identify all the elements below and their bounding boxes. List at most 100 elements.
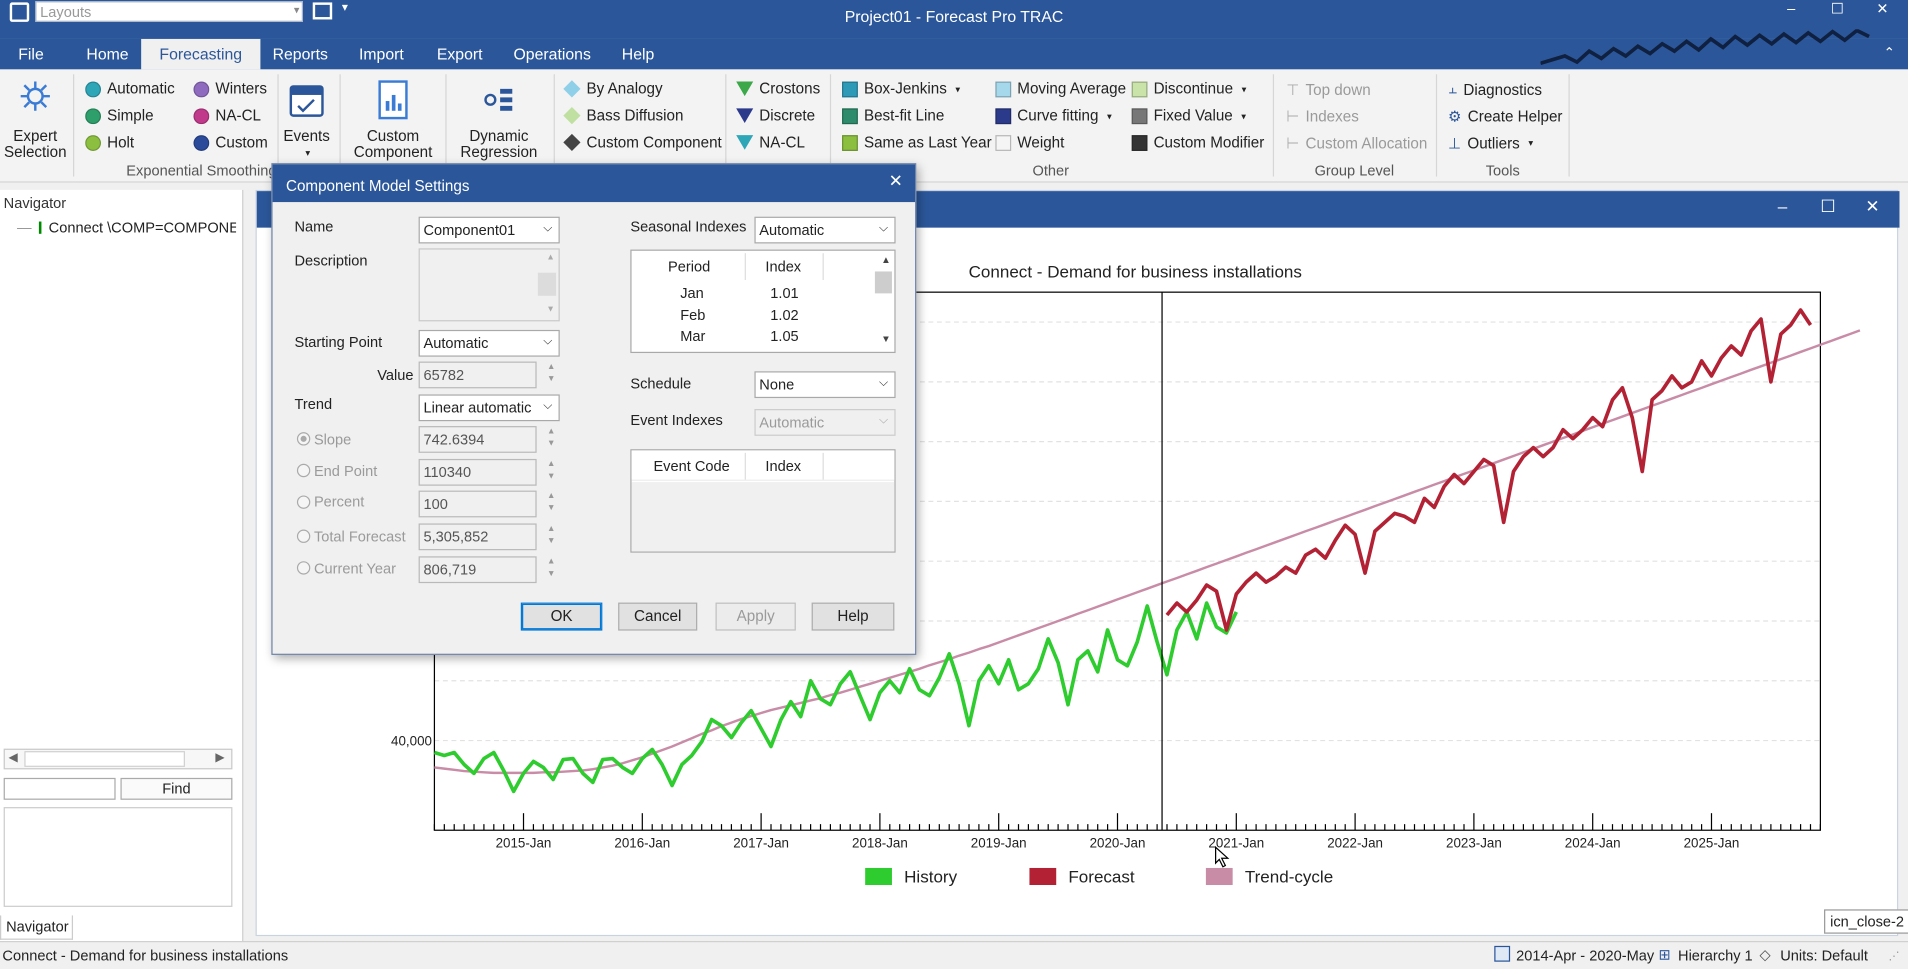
tooltip: icn_close-2 (1824, 909, 1908, 934)
custom-component-small-button[interactable]: Custom Component (563, 133, 722, 152)
x-tick-label: 2018-Jan (852, 835, 908, 850)
dialog-close-icon[interactable]: ✕ (889, 170, 903, 191)
trend-select[interactable]: Linear automatic ⌵ (418, 394, 560, 422)
create-helper-label: Create Helper (1467, 107, 1563, 125)
menu-bar: File Home Forecasting Reports Import Exp… (0, 29, 1908, 70)
end-point-radio[interactable] (296, 463, 311, 478)
slope-spinner-icon[interactable]: ▲ ▼ (543, 426, 560, 453)
nacl-button[interactable]: NA-CL (193, 107, 261, 124)
ok-button[interactable]: OK (520, 602, 603, 631)
current-year-spinner-icon[interactable]: ▲ ▼ (543, 556, 560, 583)
seasonal-period-cell: Feb (680, 306, 706, 324)
find-button[interactable]: Find (120, 777, 233, 800)
slope-radio[interactable] (296, 432, 311, 446)
divider (822, 452, 824, 480)
simple-button[interactable]: Simple (85, 107, 154, 124)
navigator-tab[interactable]: Navigator (0, 915, 74, 940)
close-icon[interactable]: ✕ (1862, 0, 1903, 27)
total-forecast-radio[interactable] (296, 529, 311, 543)
minimize-icon[interactable]: – (1771, 0, 1812, 27)
scroll-up-icon[interactable]: ▲ (881, 254, 891, 265)
legend-forecast-label: Forecast (1068, 866, 1135, 887)
crostons-button[interactable]: Crostons (736, 80, 820, 97)
custom-component-button[interactable]: Custom Component (347, 79, 439, 161)
tab-operations[interactable]: Operations (511, 39, 593, 69)
scroll-left-icon[interactable]: ◀ (9, 751, 18, 764)
top-down-button[interactable]: ⊤ Top down (1286, 80, 1370, 99)
slope-field[interactable]: 742.6394 (418, 426, 537, 453)
starting-point-select[interactable]: Automatic ⌵ (418, 329, 560, 357)
event-indexes-select[interactable]: Automatic ⌵ (754, 409, 896, 436)
same-as-last-year-button[interactable]: Same as Last Year▾ (842, 134, 1005, 151)
scroll-down-icon[interactable]: ▼ (546, 306, 554, 315)
tab-help[interactable]: Help (619, 39, 656, 69)
maximize-icon[interactable]: ☐ (1817, 0, 1858, 27)
end-point-field[interactable]: 110340 (418, 458, 537, 486)
percent-field[interactable]: 100 (418, 490, 537, 518)
scroll-thumb[interactable] (24, 751, 185, 767)
percent-spinner-icon[interactable]: ▲ ▼ (543, 491, 560, 518)
seasonal-index-cell[interactable]: 1.05 (770, 327, 798, 344)
discrete-button[interactable]: Discrete (736, 107, 815, 124)
seasonal-indexes-select[interactable]: Automatic ⌵ (754, 216, 896, 244)
end-point-spinner-icon[interactable]: ▲ ▼ (543, 459, 560, 486)
divider (1568, 74, 1570, 177)
total-forecast-spinner-icon[interactable]: ▲ ▼ (543, 523, 560, 550)
seasonal-index-cell[interactable]: 1.01 (770, 285, 798, 302)
seasonal-index-cell[interactable]: 1.02 (770, 307, 798, 324)
discontinue-button[interactable]: Discontinue ▾ (1131, 80, 1246, 97)
resize-grip-icon[interactable]: ⋰ (1889, 950, 1900, 963)
total-forecast-field[interactable]: 5,305,852 (418, 523, 537, 551)
box-jenkins-button[interactable]: Box-Jenkins ▾ (842, 80, 960, 97)
nacl-intermittent-button[interactable]: NA-CL (736, 134, 805, 151)
by-analogy-button[interactable]: By Analogy (563, 80, 663, 98)
navigator-tree-item[interactable]: —Connect \COMP=COMPONENT01 (17, 219, 236, 236)
current-year-field[interactable]: 806,719 (418, 556, 537, 584)
tab-forecasting[interactable]: Forecasting (141, 38, 261, 70)
winters-button[interactable]: Winters (193, 80, 267, 97)
custom-allocation-button[interactable]: ⊢ Custom Allocation (1286, 134, 1427, 153)
diagnostics-button[interactable]: ⫠ Diagnostics (1448, 80, 1542, 98)
dynamic-regression-button[interactable]: Dynamic Regression (450, 79, 547, 161)
tab-import[interactable]: Import (357, 39, 407, 69)
help-button[interactable]: Help (811, 602, 895, 631)
cancel-button[interactable]: Cancel (618, 602, 698, 631)
automatic-button[interactable]: Automatic (85, 80, 175, 97)
bass-diffusion-button[interactable]: Bass Diffusion (563, 107, 683, 125)
value-field[interactable]: 65782 (418, 361, 537, 389)
moving-average-button[interactable]: Moving Average (995, 80, 1126, 97)
fixed-value-button[interactable]: Fixed Value ▾ (1131, 107, 1246, 124)
weight-button[interactable]: Weight (995, 134, 1064, 151)
schedule-select[interactable]: None ⌵ (754, 371, 896, 399)
expert-selection-button[interactable]: Expert Selection (4, 79, 67, 161)
find-input[interactable] (3, 777, 116, 800)
tab-export[interactable]: Export (434, 39, 485, 69)
percent-radio[interactable] (296, 495, 311, 509)
navigator-scrollbar[interactable]: ◀ ▶ (3, 748, 233, 770)
custom-button[interactable]: Custom (193, 134, 268, 151)
apply-button[interactable]: Apply (715, 602, 796, 631)
scroll-thumb[interactable] (537, 272, 557, 296)
tab-file[interactable]: File (16, 39, 46, 69)
description-textarea[interactable]: ▲ ▼ (418, 248, 560, 322)
create-helper-button[interactable]: ⚙ Create Helper (1448, 107, 1563, 126)
indexes-button[interactable]: ⊢ Indexes (1286, 107, 1359, 126)
chevron-down-icon: ⌵ (543, 334, 553, 349)
scroll-down-icon[interactable]: ▼ (881, 334, 891, 345)
tab-reports[interactable]: Reports (270, 39, 330, 69)
curve-fitting-button[interactable]: Curve fitting ▾ (995, 107, 1112, 124)
events-button[interactable]: Events ▾ (280, 79, 334, 161)
outliers-button[interactable]: ⊥ Outliers ▾ (1448, 134, 1533, 153)
scroll-thumb[interactable] (874, 271, 892, 294)
value-spinner-icon[interactable]: ▲ ▼ (543, 362, 560, 389)
scroll-right-icon[interactable]: ▶ (215, 751, 224, 764)
holt-button[interactable]: Holt (85, 134, 134, 151)
name-select[interactable]: Component01 ⌵ (418, 216, 560, 244)
current-year-radio[interactable] (296, 561, 311, 575)
best-fit-line-button[interactable]: Best-fit Line (842, 107, 944, 124)
divider (725, 74, 727, 177)
scroll-up-icon[interactable]: ▲ (546, 253, 554, 262)
custom-modifier-button[interactable]: Custom Modifier (1131, 134, 1264, 151)
tab-home[interactable]: Home (84, 39, 131, 69)
collapse-ribbon-icon[interactable]: ⌃ (1884, 45, 1895, 61)
